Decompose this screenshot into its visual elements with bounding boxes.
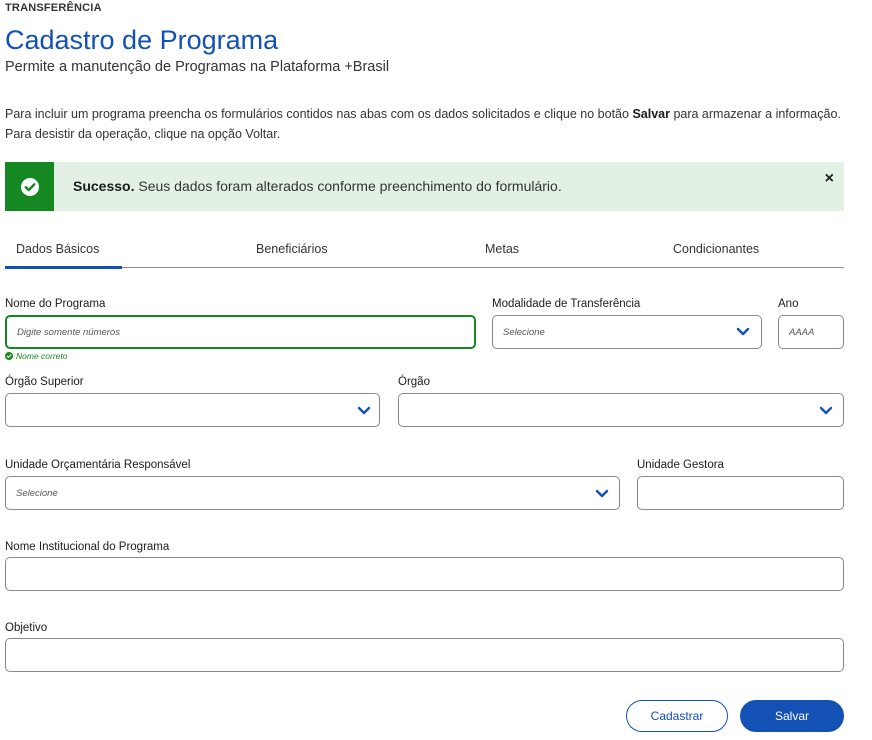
orgao-superior-label: Órgão Superior	[5, 376, 84, 388]
objetivo-label: Objetivo	[5, 622, 48, 634]
tab-bar: Dados Básicos Beneficiários Metas Condic…	[5, 232, 844, 269]
modalidade-select[interactable]: Selecione	[492, 315, 762, 349]
modalidade-label: Modalidade de Transferência	[492, 298, 641, 310]
orgao-superior-select[interactable]	[5, 393, 380, 427]
nome-programa-hint-text: Nome correto	[16, 351, 68, 361]
check-circle-icon	[20, 177, 39, 196]
tab-dados-basicos[interactable]: Dados Básicos	[16, 242, 99, 256]
alert-title: Sucesso.	[73, 178, 135, 194]
close-icon[interactable]: ×	[825, 170, 834, 188]
intro-part-1: Para incluir um programa preencha os for…	[5, 107, 633, 121]
orgao-select[interactable]	[398, 393, 844, 427]
orgao-label: Órgão	[398, 376, 430, 388]
chevron-down-icon[interactable]	[736, 327, 750, 337]
chevron-down-icon[interactable]	[595, 489, 609, 499]
nome-programa-label: Nome do Programa	[5, 298, 106, 310]
check-circle-icon	[5, 352, 13, 360]
tab-metas[interactable]: Metas	[485, 242, 519, 256]
cadastrar-button[interactable]: Cadastrar	[626, 700, 728, 732]
alert-icon-box	[5, 162, 54, 211]
tab-condicionantes[interactable]: Condicionantes	[673, 242, 759, 256]
alert-body: Seus dados foram alterados conforme pree…	[134, 178, 562, 194]
tab-active-indicator	[5, 266, 122, 269]
chevron-down-icon[interactable]	[819, 406, 833, 416]
unidade-orcamentaria-label: Unidade Orçamentária Responsável	[5, 459, 191, 471]
page-subtitle: Permite a manutenção de Programas na Pla…	[5, 59, 390, 75]
nome-institucional-label: Nome Institucional do Programa	[5, 541, 170, 553]
salvar-button[interactable]: Salvar	[740, 700, 844, 732]
nome-institucional-input[interactable]	[5, 557, 844, 591]
unidade-gestora-label: Unidade Gestora	[637, 459, 724, 471]
nome-programa-input[interactable]: Digite somente números	[5, 315, 476, 349]
tab-beneficiarios[interactable]: Beneficiários	[256, 242, 328, 256]
page-eyebrow: TRANSFERÊNCIA	[5, 2, 102, 14]
objetivo-input[interactable]	[5, 638, 844, 672]
intro-text: Para incluir um programa preencha os for…	[5, 104, 845, 144]
nome-programa-hint: Nome correto	[5, 351, 68, 361]
intro-bold: Salvar	[632, 107, 670, 121]
unidade-gestora-input[interactable]	[637, 476, 844, 510]
alert-message: Sucesso. Seus dados foram alterados conf…	[73, 178, 562, 194]
page-title: Cadastro de Programa	[5, 25, 279, 55]
ano-input[interactable]: AAAA	[778, 315, 844, 349]
chevron-down-icon[interactable]	[357, 406, 371, 416]
unidade-orcamentaria-select[interactable]: Selecione	[5, 476, 620, 510]
success-alert: Sucesso. Seus dados foram alterados conf…	[5, 162, 844, 211]
ano-label: Ano	[778, 298, 799, 310]
